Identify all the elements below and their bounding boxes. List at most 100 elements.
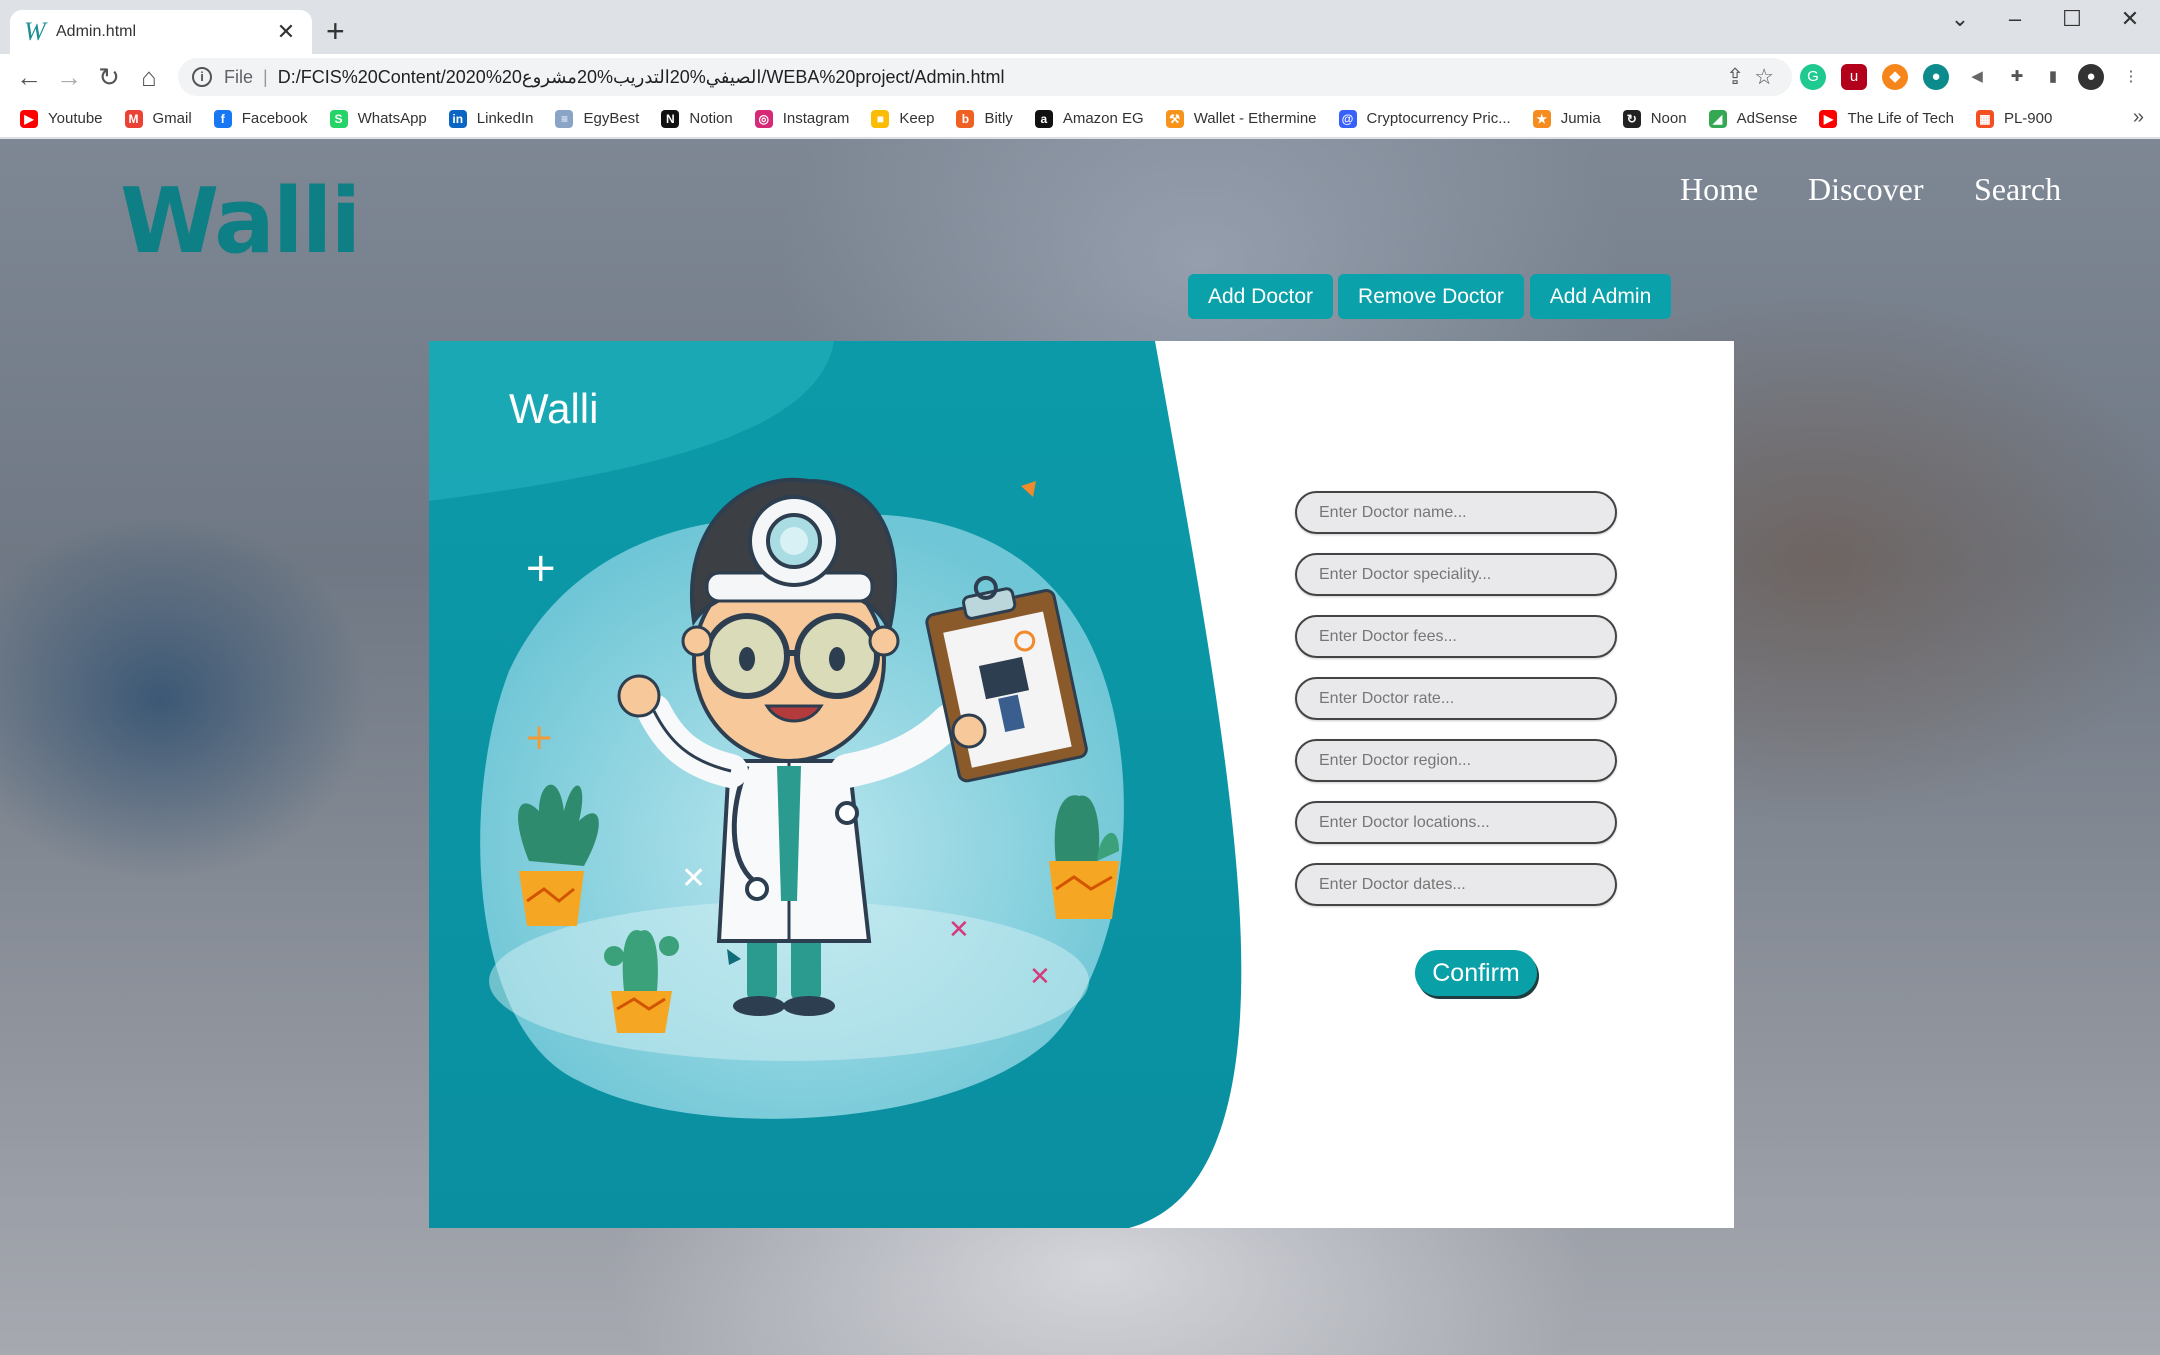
bookmark-item[interactable]: ▶ The Life of Tech [1819, 109, 1954, 128]
grammarly-extension-icon[interactable]: G [1800, 64, 1826, 90]
bookmark-label: Wallet - Ethermine [1193, 110, 1317, 127]
maximize-icon[interactable]: ☐ [2052, 6, 2092, 32]
bookmark-label: Jumia [1560, 110, 1601, 127]
tab-search-icon[interactable]: ⌄ [1940, 6, 1980, 32]
facebook-icon: f [213, 109, 232, 128]
ethermine-icon: ⚒ [1165, 109, 1184, 128]
bookmark-item[interactable]: ▦ PL-900 [1975, 109, 2052, 128]
keep-icon: ■ [871, 109, 890, 128]
adsense-icon: ◢ [1708, 109, 1727, 128]
tab-favicon: W [24, 17, 46, 46]
reload-icon[interactable]: ↻ [92, 60, 126, 94]
page-background: Walli Home Discover Search Add Doctor Re… [0, 139, 2160, 1355]
profile-avatar[interactable]: ● [2078, 64, 2104, 90]
bookmark-star-icon[interactable]: ☆ [1754, 64, 1774, 90]
bookmark-label: Notion [689, 110, 733, 127]
microsoft-icon: ▦ [1975, 109, 1994, 128]
bookmark-label: Cryptocurrency Pric... [1366, 110, 1511, 127]
close-window-icon[interactable]: ✕ [2110, 6, 2150, 32]
bookmark-item[interactable]: ★ Jumia [1532, 109, 1601, 128]
confirm-button[interactable]: Confirm [1415, 950, 1537, 996]
home-icon[interactable]: ⌂ [132, 60, 166, 94]
bookmark-label: LinkedIn [476, 110, 534, 127]
extension-icon[interactable]: ● [1923, 64, 1949, 90]
linkedin-icon: in [448, 109, 467, 128]
ublock-extension-icon[interactable]: u [1841, 64, 1867, 90]
bookmark-item[interactable]: f Facebook [213, 109, 308, 128]
bookmark-label: Youtube [48, 110, 103, 127]
browser-toolbar: ← → ↻ ⌂ i File | D:/FCIS%20Content/2020%… [0, 54, 2160, 100]
doctor-dates-field[interactable] [1295, 863, 1617, 906]
bookmark-item[interactable]: b Bitly [956, 109, 1013, 128]
doctor-speciality-field[interactable] [1295, 553, 1617, 596]
nav-home[interactable]: Home [1680, 171, 1758, 208]
address-scheme: File [224, 66, 254, 87]
browser-tab[interactable]: W Admin.html ✕ [10, 10, 312, 54]
share-icon[interactable]: ⇪ [1726, 64, 1744, 90]
add-admin-button[interactable]: Add Admin [1530, 274, 1671, 319]
tab-close-icon[interactable]: ✕ [274, 19, 298, 45]
instagram-icon: ◎ [754, 109, 773, 128]
metamask-extension-icon[interactable]: ◆ [1882, 64, 1908, 90]
bookmarks-bar: ▶ Youtube M Gmail f Facebook S WhatsApp in Linked… [0, 100, 2160, 138]
bookmark-label: Noon [1650, 110, 1687, 127]
cross-sparkle-icon: ✕ [948, 915, 970, 945]
minimize-icon[interactable]: – [1995, 6, 2035, 32]
coinmarketcap-icon: @ [1338, 109, 1357, 128]
bookmark-label: WhatsApp [357, 110, 427, 127]
nav-search[interactable]: Search [1974, 171, 2061, 208]
tab-title: Admin.html [56, 23, 137, 40]
remove-doctor-button[interactable]: Remove Doctor [1338, 274, 1524, 319]
youtube-icon: ▶ [1819, 109, 1838, 128]
side-panel-icon[interactable]: ▮ [2040, 64, 2066, 90]
browser-tabstrip: W Admin.html ✕ + ⌄ – ☐ ✕ [0, 0, 2160, 54]
gmail-icon: M [124, 109, 143, 128]
back-icon[interactable]: ← [12, 60, 46, 94]
doctor-locations-field[interactable] [1295, 801, 1617, 844]
bookmark-item[interactable]: ◎ Instagram [754, 109, 849, 128]
bookmark-item[interactable]: S WhatsApp [329, 109, 427, 128]
bookmark-item[interactable]: a Amazon EG [1034, 109, 1144, 128]
add-doctor-button[interactable]: Add Doctor [1188, 274, 1333, 319]
bookmark-item[interactable]: M Gmail [124, 109, 192, 128]
notion-icon: N [661, 109, 680, 128]
bookmark-item[interactable]: ⚒ Wallet - Ethermine [1165, 109, 1317, 128]
bookmarks-overflow-icon[interactable]: » [2133, 106, 2144, 129]
doctor-region-field[interactable] [1295, 739, 1617, 782]
bookmark-item[interactable]: ≡ EgyBest [555, 109, 639, 128]
doctor-rate-field[interactable] [1295, 677, 1617, 720]
menu-kebab-icon[interactable]: ⋮ [2118, 64, 2144, 90]
bitly-icon: b [956, 109, 975, 128]
doctor-fees-field[interactable] [1295, 615, 1617, 658]
bookmark-item[interactable]: in LinkedIn [448, 109, 534, 128]
bookmark-label: Keep [899, 110, 935, 127]
doctor-name-field[interactable] [1295, 491, 1617, 534]
site-logo[interactable]: Walli [120, 169, 361, 274]
bookmark-item[interactable]: ■ Keep [871, 109, 935, 128]
cross-sparkle-icon: ✕ [681, 861, 706, 896]
plus-sparkle-icon: + [524, 717, 554, 758]
address-bar[interactable]: i File | D:/FCIS%20Content/2020%20الصيفي… [178, 58, 1792, 96]
illustration-panel: + + ✕ ✕ ✕ [429, 341, 1242, 1228]
bookmark-item[interactable]: ▶ Youtube [20, 109, 103, 128]
forward-icon[interactable]: → [52, 60, 86, 94]
volume-extension-icon[interactable]: ◀ [1964, 64, 1990, 90]
bookmark-label: AdSense [1736, 110, 1798, 127]
bookmark-item[interactable]: @ Cryptocurrency Pric... [1338, 109, 1511, 128]
site-info-icon[interactable]: i [192, 67, 212, 87]
bookmark-item[interactable]: N Notion [661, 109, 733, 128]
bookmark-label: Amazon EG [1062, 110, 1144, 127]
youtube-icon: ▶ [20, 109, 38, 128]
bookmark-label: Facebook [241, 110, 308, 127]
address-url: D:/FCIS%20Content/2020%20الصيفي%20التدري… [277, 66, 1005, 87]
bookmark-item[interactable]: ↻ Noon [1622, 109, 1687, 128]
extensions-puzzle-icon[interactable]: ✚ [2004, 64, 2030, 90]
bookmark-item[interactable]: ◢ AdSense [1708, 109, 1798, 128]
card-brand-title: Walli [509, 385, 599, 432]
plus-sparkle-icon: + [524, 545, 558, 591]
bookmark-label: Bitly [984, 110, 1013, 127]
new-tab-icon[interactable]: + [326, 14, 345, 48]
nav-discover[interactable]: Discover [1808, 171, 1924, 208]
noon-icon: ↻ [1622, 109, 1641, 128]
bookmark-label: The Life of Tech [1847, 110, 1954, 127]
